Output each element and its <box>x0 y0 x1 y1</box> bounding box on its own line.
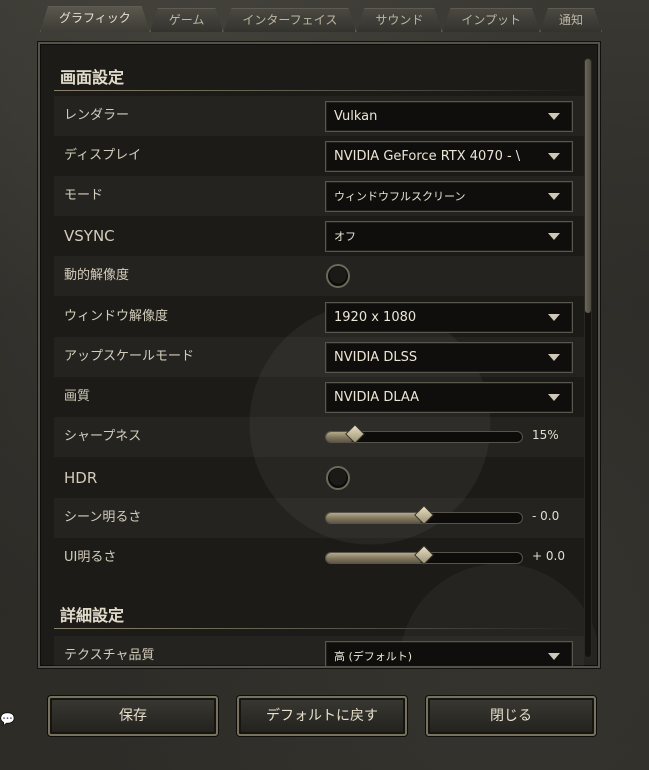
setting-label: テクスチャ品質 <box>64 648 155 663</box>
setting-label: モード <box>64 188 104 203</box>
section-title-display: 画面設定 <box>60 68 125 87</box>
chevron-down-icon <box>548 233 560 240</box>
setting-label: UI明るさ <box>64 550 117 565</box>
quality-dropdown[interactable]: NVIDIA DLAA <box>325 382 573 413</box>
setting-row-scene-brightness: シーン明るさ - 0.0 <box>54 498 584 538</box>
dropdown-value: 1920 x 1080 <box>334 310 417 325</box>
dynamic-resolution-toggle[interactable] <box>326 264 350 288</box>
setting-row-hdr: HDR <box>54 458 584 498</box>
hdr-toggle[interactable] <box>326 466 350 490</box>
slider-fill <box>326 513 424 523</box>
setting-row-display: ディスプレイ NVIDIA GeForce RTX 4070 - \ <box>54 136 584 176</box>
tab-interface[interactable]: インターフェイス <box>223 8 356 32</box>
display-dropdown[interactable]: NVIDIA GeForce RTX 4070 - \ <box>325 141 573 172</box>
slider-fill <box>326 553 424 563</box>
chevron-down-icon <box>548 193 560 200</box>
setting-row-ui-brightness: UI明るさ + 0.0 <box>54 538 584 578</box>
chevron-down-icon <box>548 653 560 660</box>
slider-value: - 0.0 <box>532 509 560 523</box>
tab-game[interactable]: ゲーム <box>150 8 224 32</box>
section-divider <box>54 628 584 629</box>
setting-label: 画質 <box>64 389 91 404</box>
dropdown-value: 高 (デフォルト) <box>334 650 413 663</box>
setting-label: シーン明るさ <box>64 510 142 525</box>
setting-row-texture-quality: テクスチャ品質 高 (デフォルト) <box>54 636 584 666</box>
sharpness-slider[interactable] <box>325 424 523 444</box>
setting-row-mode: モード ウィンドウフルスクリーン <box>54 176 584 216</box>
section-divider <box>54 90 584 91</box>
setting-label: ウィンドウ解像度 <box>64 309 169 324</box>
reset-defaults-button[interactable]: デフォルトに戻す <box>237 696 407 736</box>
dropdown-value: NVIDIA DLSS <box>334 350 418 365</box>
dropdown-value: NVIDIA GeForce RTX 4070 - \ <box>334 149 521 164</box>
setting-label: レンダラー <box>64 108 130 123</box>
setting-row-renderer: レンダラー Vulkan <box>54 96 584 136</box>
dropdown-value: ウィンドウフルスクリーン <box>334 190 466 203</box>
scene-brightness-slider[interactable] <box>325 505 523 525</box>
ui-brightness-slider[interactable] <box>325 545 523 565</box>
settings-panel: 画面設定 レンダラー Vulkan ディスプレイ NVIDIA GeForce … <box>38 42 600 668</box>
setting-row-sharpness: シャープネス 15% <box>54 417 584 457</box>
chevron-down-icon <box>548 113 560 120</box>
dropdown-value: Vulkan <box>334 109 378 124</box>
tab-notifications[interactable]: 通知 <box>540 8 602 32</box>
tab-graphics[interactable]: グラフィック <box>40 6 150 32</box>
settings-window: グラフィック ゲーム インターフェイス サウンド インプット 通知 画面設定 レ… <box>0 0 649 770</box>
setting-row-quality: 画質 NVIDIA DLAA <box>54 377 584 417</box>
settings-tabs: グラフィック ゲーム インターフェイス サウンド インプット 通知 <box>40 6 602 32</box>
dropdown-value: オフ <box>334 230 356 243</box>
setting-label: VSYNC <box>64 227 115 245</box>
chevron-down-icon <box>548 153 560 160</box>
save-button[interactable]: 保存 <box>48 696 218 736</box>
close-button[interactable]: 閉じる <box>426 696 596 736</box>
slider-value: + 0.0 <box>532 549 565 563</box>
scrollbar-track[interactable] <box>584 58 592 658</box>
slider-value: 15% <box>532 428 559 442</box>
setting-label: シャープネス <box>64 429 142 444</box>
setting-label: ディスプレイ <box>64 148 142 163</box>
dropdown-value: NVIDIA DLAA <box>334 390 420 405</box>
setting-label: 動的解像度 <box>64 268 130 283</box>
chevron-down-icon <box>548 314 560 321</box>
renderer-dropdown[interactable]: Vulkan <box>325 101 573 132</box>
setting-row-dynamic-resolution: 動的解像度 <box>54 256 584 296</box>
section-title-advanced: 詳細設定 <box>60 606 125 625</box>
chat-bubble-icon[interactable]: 💬 <box>0 712 15 726</box>
setting-label: HDR <box>64 469 98 487</box>
vsync-dropdown[interactable]: オフ <box>325 221 573 252</box>
setting-label: アップスケールモード <box>64 349 195 364</box>
window-resolution-dropdown[interactable]: 1920 x 1080 <box>325 302 573 333</box>
tab-sound[interactable]: サウンド <box>356 8 442 32</box>
upscale-mode-dropdown[interactable]: NVIDIA DLSS <box>325 342 573 373</box>
scrollbar-thumb[interactable] <box>585 59 591 313</box>
setting-row-upscale-mode: アップスケールモード NVIDIA DLSS <box>54 337 584 377</box>
chevron-down-icon <box>548 354 560 361</box>
texture-quality-dropdown[interactable]: 高 (デフォルト) <box>325 641 573 666</box>
mode-dropdown[interactable]: ウィンドウフルスクリーン <box>325 181 573 212</box>
chevron-down-icon <box>548 394 560 401</box>
setting-row-window-resolution: ウィンドウ解像度 1920 x 1080 <box>54 297 584 337</box>
tab-input[interactable]: インプット <box>442 8 540 32</box>
setting-row-vsync: VSYNC オフ <box>54 216 584 256</box>
